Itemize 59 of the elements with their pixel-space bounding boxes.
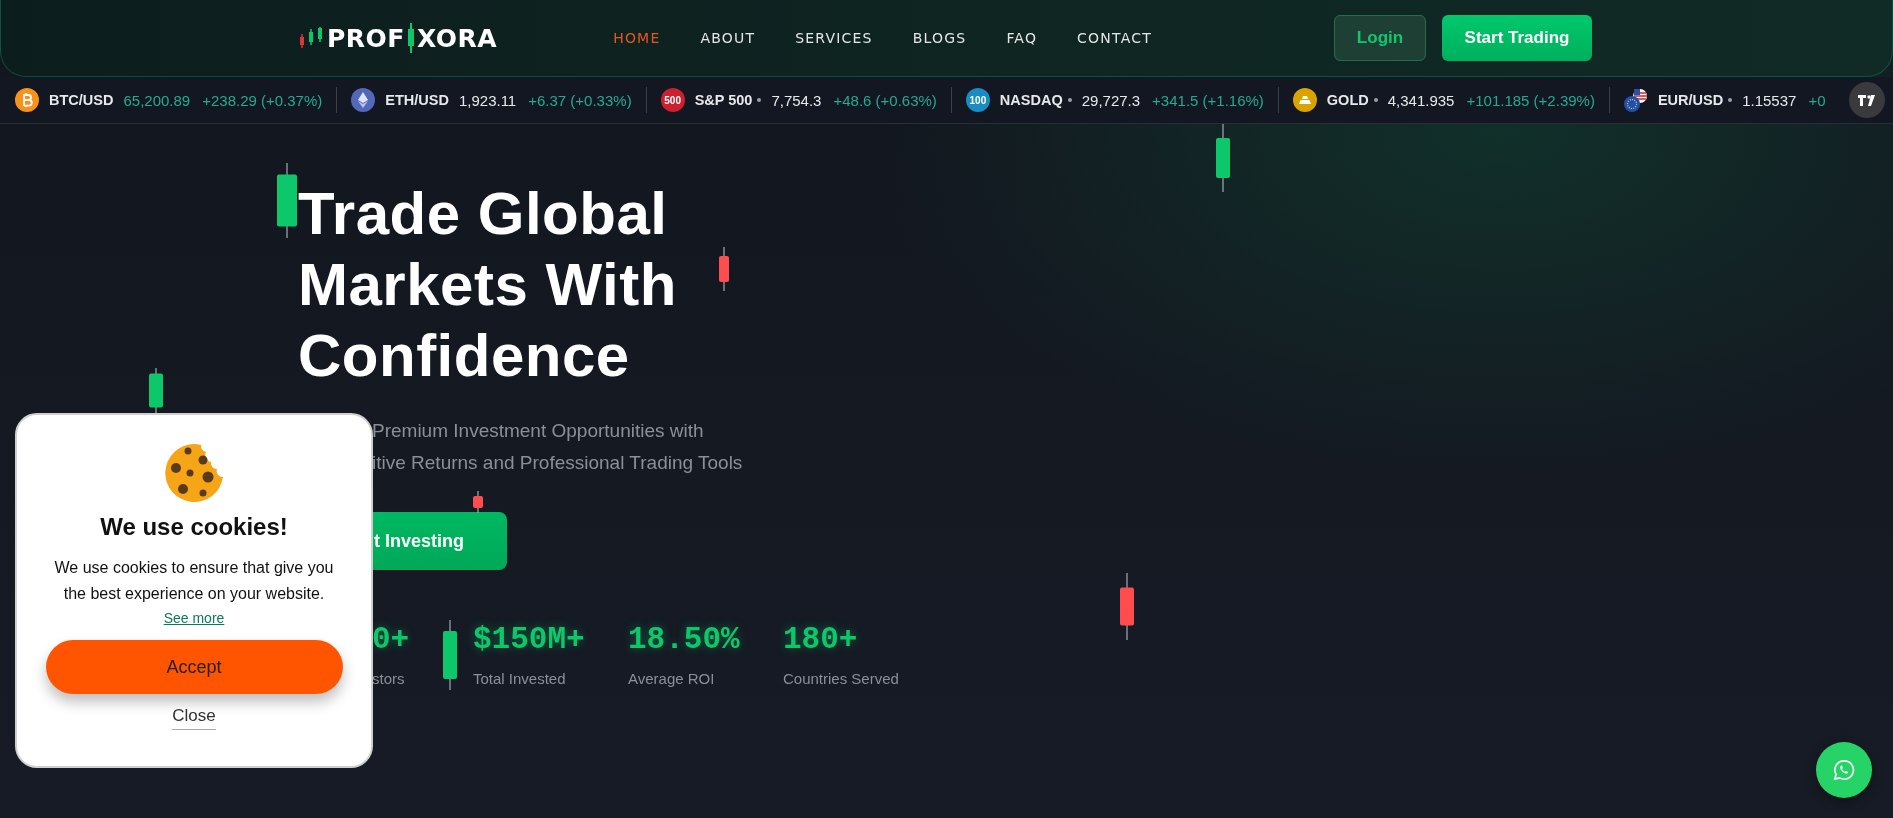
see-more-link[interactable]: See more bbox=[163, 610, 225, 626]
hero-title: Markets With bbox=[298, 250, 677, 320]
stat-label: Countries Served bbox=[783, 670, 899, 687]
nav-link[interactable]: HOME bbox=[613, 30, 661, 46]
stat-value: 0+ bbox=[372, 621, 410, 659]
candlestick-logo-icon bbox=[406, 23, 415, 53]
stat-label: Average ROI bbox=[628, 670, 715, 687]
ticker-price: 7,754.3 bbox=[771, 91, 822, 109]
ticker-symbol[interactable]: S&P 500 bbox=[694, 92, 753, 108]
login-button[interactable]: Login bbox=[1334, 15, 1426, 61]
ticker-change: +6.37 (+0.33%) bbox=[528, 91, 632, 109]
nav-link[interactable]: BLOGS bbox=[912, 30, 967, 46]
chat-bubble-icon bbox=[1833, 759, 1855, 781]
popup-text: We use cookies to ensure that give you the best experience on your website. bbox=[53, 558, 335, 604]
candlestick-drawing bbox=[472, 491, 484, 513]
ticker-price: 1,923.11 bbox=[458, 91, 517, 109]
ticker-symbol[interactable]: EUR/USD bbox=[1657, 92, 1724, 108]
hero-subtitle: itive Returns and Professional Trading Tools bbox=[372, 451, 743, 475]
ticker-price: 1.15537 bbox=[1742, 91, 1797, 109]
candlestick-logo-icon bbox=[299, 27, 325, 49]
hero-subtitle: Premium Investment Opportunities with bbox=[372, 419, 704, 443]
logo-text[interactable]: XORA bbox=[416, 23, 498, 53]
ticker-change: +238.29 (+0.37%) bbox=[202, 91, 323, 109]
popup-title: We use cookies! bbox=[100, 513, 288, 541]
logo-text[interactable]: PROF bbox=[327, 23, 405, 53]
hero-title: Confidence bbox=[298, 321, 630, 391]
stat-value: 180+ bbox=[783, 621, 858, 659]
candlestick-drawing bbox=[1119, 573, 1135, 640]
ticker-symbol[interactable]: ETH/USD bbox=[385, 92, 449, 108]
stat-value: 18.50% bbox=[628, 621, 740, 659]
ticker-symbol[interactable]: NASDAQ bbox=[999, 92, 1063, 108]
close-button[interactable]: Close bbox=[172, 706, 216, 730]
index-badge: 100 bbox=[965, 88, 990, 112]
nav-link[interactable]: ABOUT bbox=[700, 30, 756, 46]
index-badge: 500 bbox=[660, 88, 685, 112]
chart-logo-icon[interactable] bbox=[1849, 82, 1885, 118]
candlestick-drawing bbox=[442, 620, 458, 690]
candlestick-drawing bbox=[718, 247, 730, 291]
nav-link[interactable]: SERVICES bbox=[795, 30, 873, 46]
accept-button[interactable]: Accept bbox=[45, 640, 343, 694]
chat-button[interactable] bbox=[1816, 742, 1872, 798]
nav-link[interactable]: FAQ bbox=[1006, 30, 1038, 46]
ticker-price: 65,200.89 bbox=[123, 91, 191, 109]
ticker-change: +48.6 (+0.63%) bbox=[833, 91, 937, 109]
ticker-change: +341.5 (+1.16%) bbox=[1152, 91, 1264, 109]
ticker-symbol[interactable]: GOLD bbox=[1326, 92, 1369, 108]
stat-label: stors bbox=[372, 670, 405, 687]
candlestick-drawing bbox=[148, 368, 164, 413]
nav-link[interactable]: CONTACT bbox=[1077, 30, 1152, 46]
ticker-symbol[interactable]: BTC/USD bbox=[49, 92, 114, 108]
ticker-price: 4,341.935 bbox=[1387, 91, 1455, 109]
ticker-change: +101.185 (+2.39%) bbox=[1466, 91, 1595, 109]
hero-title: Trade Global bbox=[298, 179, 668, 249]
stat-value: $150M+ bbox=[473, 621, 585, 659]
cookie-icon bbox=[164, 443, 224, 503]
candlestick-drawing bbox=[1215, 124, 1231, 192]
stat-label: Total Invested bbox=[473, 670, 566, 687]
ticker-change: +0 bbox=[1808, 91, 1826, 109]
ticker-price: 29,727.3 bbox=[1081, 91, 1141, 109]
